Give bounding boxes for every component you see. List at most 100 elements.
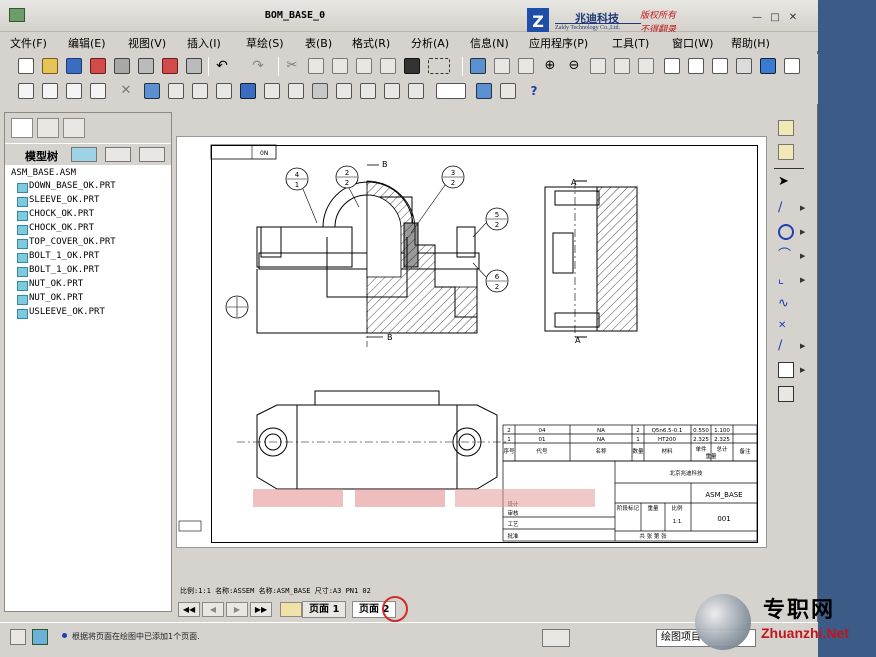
menu-format[interactable]: 格式(R)	[352, 35, 390, 51]
datum-display-icon[interactable]	[784, 58, 800, 74]
sketcher-tools-icon[interactable]	[778, 120, 794, 136]
circle-dropdown-icon[interactable]: ▶	[800, 228, 805, 236]
appearance-icon[interactable]	[760, 58, 776, 74]
page-tab-1[interactable]: 页面 1	[302, 601, 347, 618]
copy-icon[interactable]	[308, 58, 324, 74]
offset-icon[interactable]	[778, 362, 794, 378]
tree-item[interactable]: CHOCK_OK.PRT	[16, 223, 94, 235]
orient-icon[interactable]	[518, 58, 534, 74]
view-icon[interactable]	[168, 83, 184, 99]
view-manager-icon[interactable]	[614, 58, 630, 74]
line-icon[interactable]: ∕	[778, 200, 794, 216]
close-icon[interactable]: ✕	[786, 12, 800, 23]
circle-icon[interactable]	[778, 224, 794, 240]
app-icon[interactable]	[9, 8, 25, 22]
zoom-out-icon[interactable]: ⊖	[566, 58, 582, 74]
tree-item[interactable]: NUT_OK.PRT	[16, 279, 83, 291]
menu-applications[interactable]: 应用程序(P)	[529, 35, 588, 51]
open-folder-icon[interactable]	[42, 58, 58, 74]
draft-grid-icon[interactable]	[778, 144, 794, 160]
tree-display-icon[interactable]	[71, 147, 97, 162]
next-page-icon[interactable]: ▶	[226, 602, 248, 617]
show-annotations-icon[interactable]	[240, 83, 256, 99]
delete-icon[interactable]: ✕	[118, 83, 134, 99]
spin-center-icon[interactable]	[494, 58, 510, 74]
tree-toggle-icon[interactable]	[10, 629, 26, 645]
undo-icon[interactable]: ↶	[214, 58, 230, 74]
menu-tools[interactable]: 工具(T)	[612, 35, 649, 51]
tree-item[interactable]: CHOCK_OK.PRT	[16, 209, 94, 221]
select-arrow-icon[interactable]: ➤	[778, 174, 794, 190]
menu-sketch[interactable]: 草绘(S)	[246, 35, 284, 51]
context-help-icon[interactable]: ?	[526, 83, 542, 99]
folder-browser-tab-icon[interactable]	[37, 118, 59, 138]
cut-icon[interactable]: ✂	[284, 58, 300, 74]
dimension-icon[interactable]	[264, 83, 280, 99]
note-icon[interactable]	[288, 83, 304, 99]
menu-help[interactable]: 帮助(H)	[731, 35, 770, 51]
surface-finish-icon[interactable]	[360, 83, 376, 99]
send-icon[interactable]	[186, 58, 202, 74]
menu-info[interactable]: 信息(N)	[470, 35, 509, 51]
model-tree-tab-icon[interactable]	[11, 118, 33, 138]
save-copy-icon[interactable]	[90, 58, 106, 74]
menu-edit[interactable]: 编辑(E)	[68, 35, 106, 51]
fillet-icon[interactable]: ⌞	[778, 272, 794, 288]
table-icon[interactable]	[216, 83, 232, 99]
update-sheet-icon[interactable]	[476, 83, 492, 99]
tree-item[interactable]: TOP_COVER_OK.PRT	[17, 237, 116, 249]
arc-dropdown-icon[interactable]: ▶	[800, 252, 805, 260]
select-box-icon[interactable]	[428, 58, 450, 74]
refresh-icon[interactable]	[144, 83, 160, 99]
model-tree-label[interactable]: 模型树	[25, 148, 58, 164]
menu-window[interactable]: 窗口(W)	[672, 35, 713, 51]
layers-icon[interactable]	[638, 58, 654, 74]
browser-toggle-icon[interactable]	[32, 629, 48, 645]
offset-dropdown-icon[interactable]: ▶	[800, 366, 805, 374]
tree-item[interactable]: BOLT_1_OK.PRT	[16, 251, 99, 263]
arc-icon[interactable]: ⌒	[778, 248, 794, 264]
tree-root-assembly[interactable]: ASM_BASE.ASM	[11, 168, 76, 178]
use-edge-icon[interactable]	[778, 386, 794, 402]
first-page-icon[interactable]: ◀◀	[178, 602, 200, 617]
shading-icon[interactable]	[736, 58, 752, 74]
redo-icon[interactable]: ↷	[250, 58, 266, 74]
no-hidden-icon[interactable]	[712, 58, 728, 74]
hatch-icon[interactable]	[336, 83, 352, 99]
hidden-line-icon[interactable]	[688, 58, 704, 74]
print-preview-icon[interactable]	[138, 58, 154, 74]
find-binoculars-icon[interactable]	[542, 629, 570, 647]
spline-icon[interactable]: ∿	[778, 296, 794, 312]
tree-item[interactable]: SLEEVE_OK.PRT	[16, 195, 99, 207]
balloon-icon[interactable]	[312, 83, 328, 99]
zoom-in-icon[interactable]: ⊕	[542, 58, 558, 74]
datum-icon[interactable]	[408, 83, 424, 99]
print-icon[interactable]	[114, 58, 130, 74]
paste-icon[interactable]	[332, 58, 348, 74]
chain-icon[interactable]: ∕	[778, 338, 794, 354]
new-file-icon[interactable]	[18, 58, 34, 74]
detail-view-icon[interactable]	[192, 83, 208, 99]
tree-item[interactable]: BOLT_1_OK.PRT	[16, 265, 99, 277]
menu-file[interactable]: 文件(F)	[10, 35, 47, 51]
point-icon[interactable]: ✕	[778, 318, 794, 334]
settings-icon[interactable]	[105, 147, 131, 162]
menu-insert[interactable]: 插入(I)	[187, 35, 221, 51]
email-icon[interactable]	[162, 58, 178, 74]
fillet-dropdown-icon[interactable]: ▶	[800, 276, 805, 284]
align-icon[interactable]	[500, 83, 516, 99]
find-icon[interactable]	[404, 58, 420, 74]
drawing-canvas[interactable]: 0N 4 1 2 2 3 2 5 2 6 2 B B A A 2 04 NA 2…	[176, 136, 767, 548]
tree-item[interactable]: DOWN_BASE_OK.PRT	[17, 181, 116, 193]
restore-icon[interactable]: □	[768, 12, 782, 23]
menu-view[interactable]: 视图(V)	[128, 35, 166, 51]
table-format-icon[interactable]	[436, 83, 466, 99]
menu-table[interactable]: 表(B)	[305, 35, 332, 51]
save-icon[interactable]	[66, 58, 82, 74]
edge-icon[interactable]	[42, 83, 58, 99]
minimize-icon[interactable]: —	[750, 12, 764, 23]
tree-item[interactable]: NUT_OK.PRT	[16, 293, 83, 305]
tree-item[interactable]: USLEEVE_OK.PRT	[17, 307, 105, 319]
paste-special-icon[interactable]	[356, 58, 372, 74]
redraw-icon[interactable]	[470, 58, 486, 74]
